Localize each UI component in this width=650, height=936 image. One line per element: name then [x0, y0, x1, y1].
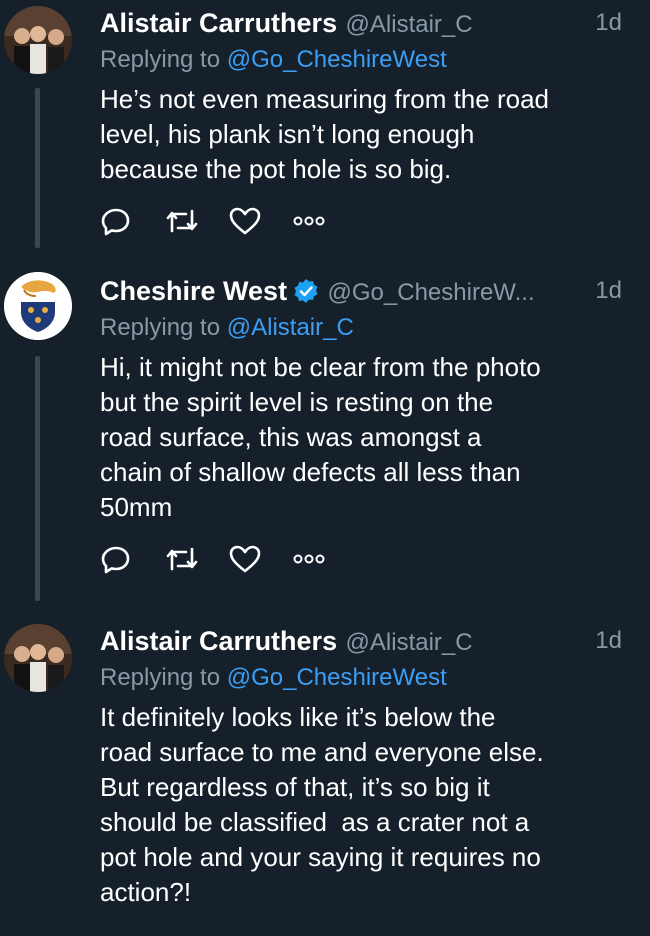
retweet-button[interactable] — [164, 543, 212, 575]
author-handle[interactable]: @Alistair_C — [346, 629, 473, 656]
author-name[interactable]: Cheshire West — [100, 276, 287, 306]
avatar[interactable] — [4, 624, 72, 692]
heart-icon — [229, 207, 261, 235]
author-handle[interactable]: @Go_CheshireW... — [328, 279, 535, 306]
group-photo-avatar-icon — [4, 624, 72, 692]
mention-link[interactable]: @Alistair_C — [227, 314, 354, 341]
tweet-text-line: level, his plank isn’t long enough — [100, 119, 475, 149]
group-photo-avatar-icon — [4, 6, 72, 74]
replying-to: Replying to @Go_CheshireWest — [100, 662, 630, 694]
reply-icon — [101, 208, 130, 236]
tweet-text-line: should be classified as a crater not a — [100, 807, 530, 837]
retweet-icon — [166, 547, 198, 571]
avatar[interactable] — [4, 6, 72, 74]
tweet[interactable]: Alistair Carruthers @Alistair_C 1d Reply… — [0, 0, 650, 250]
like-button[interactable] — [228, 543, 276, 575]
tweet-text-line: because the pot hole is so big. — [100, 154, 452, 184]
timestamp[interactable]: 1d — [595, 622, 622, 660]
mention-link[interactable]: @Go_CheshireWest — [227, 664, 447, 691]
retweet-button[interactable] — [164, 205, 212, 237]
author-name[interactable]: Alistair Carruthers — [100, 8, 337, 38]
tweet-text-line: 50mm — [100, 492, 173, 522]
tweet-text: He’s not even measuring from the road le… — [100, 82, 630, 187]
mention-link[interactable]: @Go_CheshireWest — [227, 46, 447, 73]
tweet-actions — [100, 541, 630, 577]
like-button[interactable] — [228, 205, 276, 237]
replying-to-label: Replying to — [100, 664, 227, 691]
tweet-text: Hi, it might not be clear from the photo… — [100, 350, 630, 525]
replying-to-label: Replying to — [100, 314, 227, 341]
more-button[interactable] — [292, 543, 340, 575]
author-handle[interactable]: @Alistair_C — [346, 11, 473, 38]
retweet-icon — [166, 209, 198, 233]
tweet-text-line: action?! — [100, 877, 192, 907]
tweet-text-line: It definitely looks like it’s below the — [100, 702, 496, 732]
verified-badge-icon — [294, 279, 318, 303]
tweet-text-line: Hi, it might not be clear from the photo — [100, 352, 541, 382]
tweet[interactable]: Alistair Carruthers @Alistair_C 1d Reply… — [0, 620, 650, 936]
tweet-text-line: pot hole and your saying it requires no — [100, 842, 541, 872]
tweet-text: It definitely looks like it’s below the … — [100, 700, 630, 910]
heart-icon — [229, 545, 261, 573]
more-icon — [293, 554, 325, 564]
timestamp[interactable]: 1d — [595, 4, 622, 42]
tweet-text-line: He’s not even measuring from the road — [100, 84, 549, 114]
thread-line — [35, 88, 40, 248]
cheshire-west-logo-icon — [4, 272, 72, 340]
reply-button[interactable] — [100, 205, 148, 237]
tweet-text-line: road surface to me and everyone else. — [100, 737, 544, 767]
author-name[interactable]: Alistair Carruthers — [100, 626, 337, 656]
tweet-text-line: But regardless of that, it’s so big it — [100, 772, 490, 802]
avatar[interactable] — [4, 272, 72, 340]
tweet-text-line: chain of shallow defects all less than — [100, 457, 521, 487]
reply-button[interactable] — [100, 543, 148, 575]
reply-icon — [101, 546, 130, 574]
thread-line — [35, 356, 40, 601]
replying-to-label: Replying to — [100, 46, 227, 73]
replying-to: Replying to @Alistair_C — [100, 312, 630, 344]
tweet[interactable]: Cheshire West @Go_CheshireW... 1d Replyi… — [0, 266, 650, 606]
more-icon — [293, 216, 325, 226]
more-button[interactable] — [292, 205, 340, 237]
tweet-text-line: road surface, this was amongst a — [100, 422, 482, 452]
tweet-text-line: but the spirit level is resting on the — [100, 387, 494, 417]
timestamp[interactable]: 1d — [595, 272, 622, 310]
tweet-thread: Alistair Carruthers @Alistair_C 1d Reply… — [0, 0, 650, 936]
replying-to: Replying to @Go_CheshireWest — [100, 44, 630, 76]
tweet-actions — [100, 203, 630, 239]
